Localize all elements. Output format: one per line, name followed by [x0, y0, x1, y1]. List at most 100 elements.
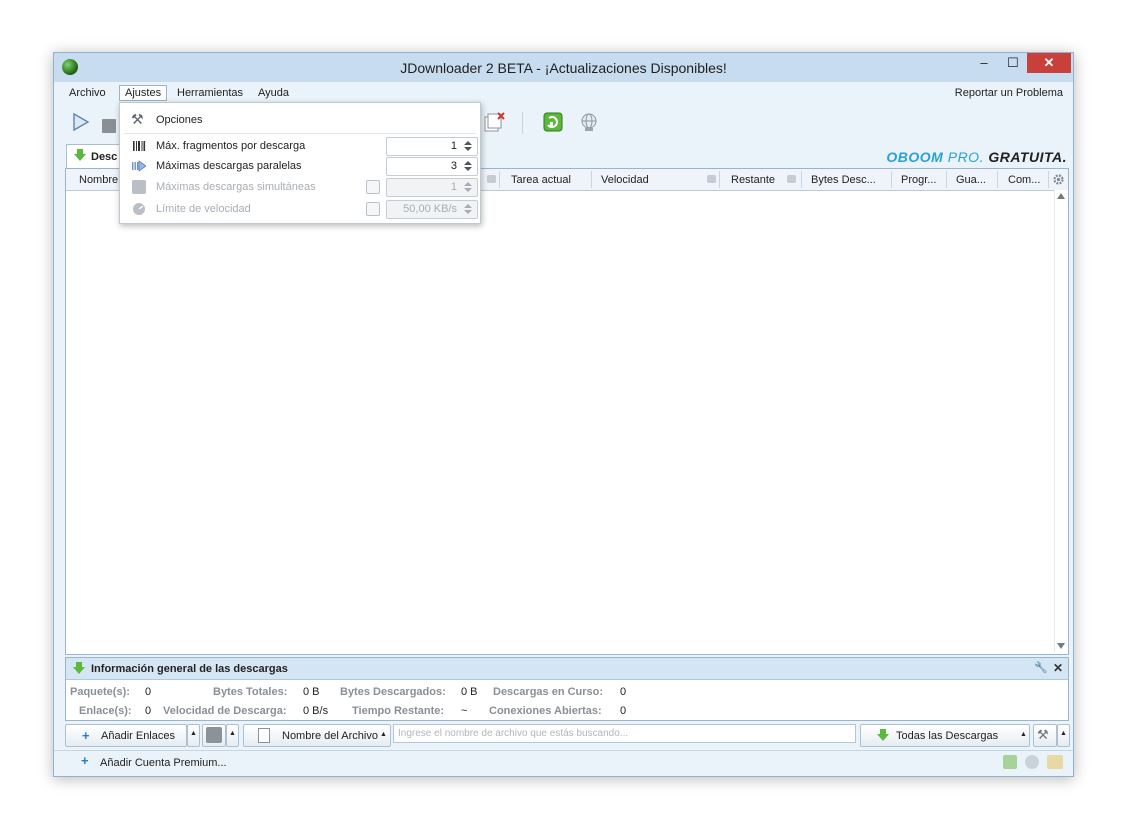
- toolbar-divider: [522, 112, 523, 134]
- info-paquetes-value: 0: [145, 686, 152, 698]
- info-bytes-totales-label: Bytes Totales:: [213, 686, 288, 698]
- ajustes-dropdown-menu: ⚒ Opciones Máx. fragmentos por descarga …: [119, 102, 481, 224]
- spinner-arrows-icon[interactable]: [463, 140, 473, 152]
- info-descargas-curso-value: 0: [620, 686, 627, 698]
- max-simultaneas-spinner: 1: [386, 178, 478, 197]
- quick-settings-menu-arrow[interactable]: ▲: [1057, 724, 1070, 747]
- column-progreso[interactable]: Progr...: [901, 174, 936, 186]
- lock-icon: [487, 175, 496, 183]
- linkgrabber-menu-arrow[interactable]: ▲: [226, 724, 239, 747]
- reconnect-icon[interactable]: [542, 111, 564, 133]
- menu-item-opciones[interactable]: ⚒ Opciones: [120, 110, 480, 130]
- column-divider: [1048, 171, 1049, 188]
- scroll-up-arrow-icon[interactable]: [1057, 193, 1065, 199]
- update-globe-icon[interactable]: [578, 111, 600, 133]
- info-conexiones-label: Conexiones Abiertas:: [489, 705, 602, 717]
- info-paquetes-label: Paquete(s):: [70, 686, 130, 698]
- search-input[interactable]: [393, 724, 856, 743]
- oboom-brand: OBOOM: [886, 149, 944, 165]
- clear-list-icon[interactable]: [483, 111, 505, 133]
- column-tarea-actual[interactable]: Tarea actual: [511, 174, 571, 186]
- title-bar: JDownloader 2 BETA - ¡Actualizaciones Di…: [54, 53, 1073, 82]
- info-enlaces-label: Enlace(s):: [79, 705, 132, 717]
- column-nombre[interactable]: Nombre: [79, 174, 118, 186]
- menu-item-max-fragmentos[interactable]: Máx. fragmentos por descarga 1: [120, 136, 480, 156]
- caret-up-icon: ▲: [380, 731, 387, 738]
- reconnect-status-icon[interactable]: [1003, 755, 1017, 769]
- menu-herramientas[interactable]: Herramientas: [172, 86, 248, 100]
- spinner-arrows-icon: [464, 182, 472, 192]
- info-bytes-descargados-label: Bytes Descargados:: [340, 686, 446, 698]
- all-downloads-label: Todas las Descargas: [896, 730, 999, 742]
- table-scrollbar[interactable]: [1054, 190, 1068, 652]
- add-links-label: Añadir Enlaces: [101, 730, 175, 742]
- spinner-arrows-icon[interactable]: [463, 160, 473, 172]
- update-status-icon[interactable]: [1025, 755, 1039, 769]
- premium-status-icon[interactable]: [1047, 755, 1063, 769]
- menu-archivo[interactable]: Archivo: [64, 86, 111, 100]
- oboom-free: GRATUITA.: [988, 149, 1067, 165]
- menu-bar: Archivo Ajustes Herramientas Ayuda Repor…: [54, 82, 1073, 104]
- download-info-panel: Información general de las descargas 🔧 ✕…: [65, 657, 1069, 721]
- bottom-toolbar: + Añadir Enlaces ▲ ▲ Nombre del Archivo …: [54, 722, 1073, 748]
- info-bytes-totales-value: 0 B: [303, 686, 320, 698]
- search-field-selector[interactable]: Nombre del Archivo ▲: [243, 724, 391, 747]
- all-downloads-selector[interactable]: Todas las Descargas ▲: [860, 724, 1030, 747]
- menu-divider: [124, 133, 476, 134]
- max-fragmentos-spinner[interactable]: 1: [386, 137, 478, 156]
- scroll-down-arrow-icon[interactable]: [1057, 643, 1065, 649]
- panel-settings-wrench-icon[interactable]: 🔧: [1034, 661, 1048, 674]
- grey-square-icon: [132, 180, 146, 194]
- max-simultaneas-checkbox[interactable]: [366, 180, 380, 194]
- menu-ajustes[interactable]: Ajustes: [119, 85, 168, 101]
- linkgrabber-button[interactable]: [202, 724, 226, 747]
- max-paralelas-value: 3: [450, 160, 457, 172]
- column-velocidad[interactable]: Velocidad: [601, 174, 649, 186]
- column-divider: [997, 171, 998, 188]
- maximize-button[interactable]: ☐: [1000, 53, 1026, 73]
- column-restante[interactable]: Restante: [731, 174, 775, 186]
- report-problem-link[interactable]: Reportar un Problema: [955, 87, 1063, 99]
- panel-close-icon[interactable]: ✕: [1053, 661, 1063, 675]
- max-paralelas-label: Máximas descargas paralelas: [156, 160, 302, 172]
- max-paralelas-spinner[interactable]: 3: [386, 157, 478, 176]
- caret-up-icon: ▲: [1060, 730, 1067, 737]
- menu-item-max-paralelas[interactable]: Máximas descargas paralelas 3: [120, 156, 480, 176]
- oboom-pro: PRO.: [947, 149, 984, 165]
- info-tiempo-value: ~: [461, 705, 468, 717]
- close-button[interactable]: ✕: [1027, 53, 1071, 73]
- speed-gauge-icon: [133, 203, 145, 215]
- quick-settings-button[interactable]: ⚒: [1033, 724, 1057, 747]
- start-downloads-icon[interactable]: [70, 111, 92, 133]
- limite-velocidad-spinner: 50,00 KB/s: [386, 200, 478, 219]
- download-arrow-icon: [877, 729, 889, 741]
- column-guardar[interactable]: Gua...: [956, 174, 986, 186]
- download-arrow-icon: [74, 149, 86, 161]
- max-fragmentos-value: 1: [450, 140, 457, 152]
- max-fragmentos-label: Máx. fragmentos por descarga: [156, 140, 306, 152]
- download-arrow-icon: [73, 662, 85, 674]
- add-links-button[interactable]: + Añadir Enlaces: [65, 724, 187, 747]
- limite-velocidad-checkbox[interactable]: [366, 202, 380, 216]
- add-premium-account-link[interactable]: Añadir Cuenta Premium...: [100, 757, 227, 769]
- status-bar: + Añadir Cuenta Premium...: [54, 750, 1073, 775]
- info-velocidad-value: 0 B/s: [303, 705, 329, 717]
- tools-icon: ⚒: [1037, 727, 1049, 742]
- column-divider: [946, 171, 947, 188]
- lock-icon: [707, 175, 716, 183]
- column-bytes-desc[interactable]: Bytes Desc...: [811, 174, 876, 186]
- oboom-logo[interactable]: OBOOM PRO. GRATUITA.: [886, 149, 1067, 165]
- file-icon: [258, 728, 270, 743]
- menu-ayuda[interactable]: Ayuda: [253, 86, 294, 100]
- add-links-menu-arrow[interactable]: ▲: [187, 724, 200, 747]
- column-comentario[interactable]: Com...: [1008, 174, 1040, 186]
- package-icon: [206, 727, 222, 743]
- downloads-table[interactable]: Nombre Tarea actual Velocidad Restante B…: [65, 168, 1069, 655]
- window-title: JDownloader 2 BETA - ¡Actualizaciones Di…: [400, 60, 727, 76]
- column-divider: [591, 171, 592, 188]
- filename-sort-label: Nombre del Archivo: [282, 730, 378, 742]
- column-settings-gear-icon[interactable]: [1052, 173, 1065, 186]
- minimize-button[interactable]: –: [971, 53, 997, 73]
- pause-icon[interactable]: [102, 119, 116, 133]
- limite-velocidad-label: Límite de velocidad: [156, 203, 251, 215]
